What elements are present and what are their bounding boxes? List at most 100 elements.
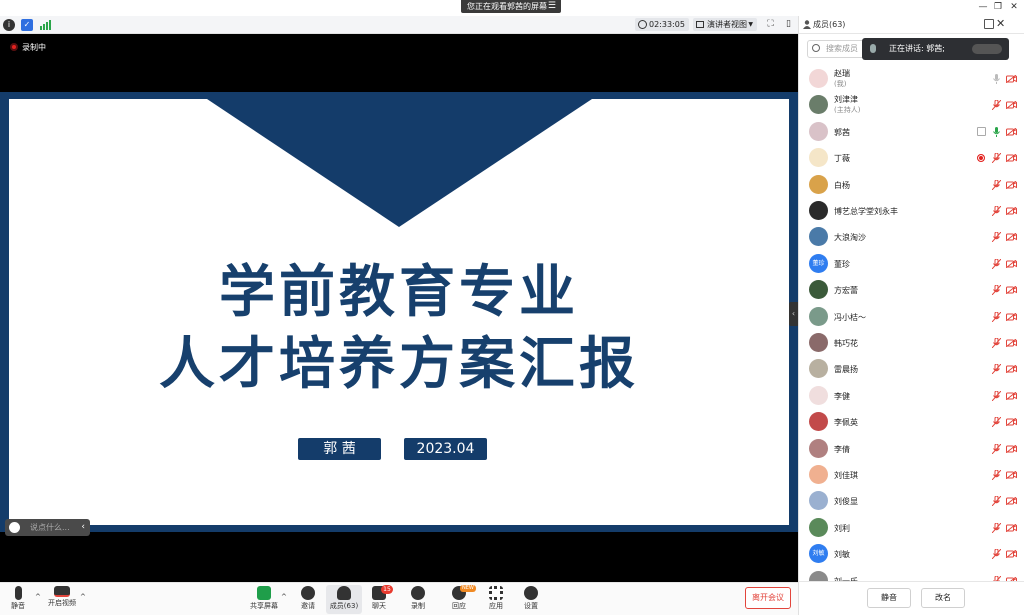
mic-muted-icon[interactable] [991, 363, 1002, 375]
leave-meeting-button[interactable]: 离开会议 [745, 587, 791, 609]
grid-icon [696, 21, 704, 28]
chevron-left-icon[interactable]: ‹ [81, 519, 85, 536]
side-panel-icon[interactable]: ▯ [783, 19, 794, 30]
camera-off-icon[interactable] [1005, 338, 1017, 348]
fullscreen-icon[interactable]: ⛶ [765, 19, 776, 30]
screen-share-notice[interactable]: 您正在观看郭茜的屏幕 ☰ [461, 0, 561, 13]
members-panel: 成员(63) ✕ 搜索成员 正在讲话: 郭茜; 赵瑞 (我) 刘津津 (主持人) 郭茜丁… [798, 16, 1024, 615]
apps-button[interactable]: 应用 [478, 585, 514, 614]
member-row[interactable]: 刘俊显 [799, 488, 1024, 514]
mic-muted-icon[interactable] [991, 443, 1002, 454]
mic-muted-icon[interactable] [991, 522, 1002, 534]
camera-off-icon[interactable] [1005, 497, 1017, 506]
record-icon [411, 586, 425, 600]
members-button[interactable]: 成员(63) [326, 585, 362, 614]
view-mode-select[interactable]: 演讲者视图 ▼ [693, 18, 757, 31]
emoji-icon[interactable] [9, 522, 20, 533]
mic-muted-icon[interactable] [991, 179, 1002, 190]
member-row[interactable]: 刘一乐 [799, 568, 1024, 581]
mic-muted-icon[interactable] [991, 231, 1002, 243]
member-row[interactable]: 刘利 [799, 515, 1024, 541]
member-row[interactable]: 李健 [799, 383, 1024, 409]
mic-muted-icon[interactable] [991, 548, 1002, 560]
mic-muted-icon[interactable] [991, 337, 1002, 349]
video-options-caret[interactable]: ^ [80, 593, 86, 601]
camera-off-icon[interactable] [1005, 233, 1017, 242]
member-row[interactable]: 博艺总学堂刘永丰 [799, 198, 1024, 224]
member-row[interactable]: 韩巧花 [799, 330, 1024, 356]
menu-icon[interactable]: ☰ [548, 0, 556, 13]
mute-button[interactable]: 静音 [0, 585, 36, 614]
camera-off-icon[interactable] [1005, 312, 1017, 321]
member-row[interactable]: 赵瑞 (我) [799, 66, 1024, 92]
camera-off-icon[interactable] [1005, 444, 1017, 453]
avatar [809, 517, 828, 537]
member-row[interactable]: 董珍 董珍 [799, 251, 1024, 277]
mic-muted-icon[interactable] [991, 469, 1002, 481]
camera-off-icon[interactable] [1005, 417, 1017, 427]
restore-button[interactable]: ❐ [990, 0, 1006, 14]
share-screen-icon [257, 586, 271, 600]
member-row[interactable]: 雷晨扬 [799, 356, 1024, 382]
member-row[interactable]: 冯小桔～ [799, 304, 1024, 330]
camera-off-icon[interactable] [1005, 206, 1017, 216]
collapse-panel-handle[interactable]: ‹ [789, 302, 798, 326]
member-list: 赵瑞 (我) 刘津津 (主持人) 郭茜 丁薇 白杨 博艺总学堂刘永丰 大浪淘沙 董珍 董珍 方宏蕾 冯小… [799, 66, 1024, 581]
avatar [809, 465, 828, 484]
camera-off-icon[interactable] [1005, 259, 1017, 269]
record-button[interactable]: 录制 [400, 585, 436, 614]
settings-button[interactable]: 设置 [513, 585, 549, 614]
mute-all-button[interactable]: 静音 [867, 588, 911, 608]
camera-off-icon[interactable] [1005, 365, 1017, 374]
chat-button[interactable]: 15 聊天 [361, 585, 397, 614]
camera-off-icon[interactable] [1005, 74, 1017, 84]
camera-off-icon[interactable] [1005, 549, 1017, 559]
mic-muted-icon[interactable] [991, 284, 1002, 296]
network-signal-icon[interactable] [40, 20, 51, 30]
camera-off-icon[interactable] [1005, 285, 1017, 295]
camera-off-icon[interactable] [1005, 391, 1017, 401]
microphone-icon[interactable] [992, 74, 1001, 84]
security-shield-icon[interactable]: ✓ [21, 19, 33, 31]
camera-off-icon[interactable] [1005, 180, 1017, 189]
recording-label: 录制中 [22, 43, 46, 52]
mic-muted-icon[interactable] [991, 205, 1002, 217]
start-video-button[interactable]: 开启视频 [44, 585, 80, 614]
mic-muted-icon[interactable] [991, 416, 1002, 428]
audio-options-caret[interactable]: ^ [35, 593, 41, 601]
close-button[interactable]: ✕ [1006, 0, 1022, 14]
mic-muted-icon[interactable] [991, 311, 1002, 322]
camera-off-icon[interactable] [1005, 101, 1017, 110]
camera-off-icon[interactable] [1005, 470, 1017, 480]
member-row[interactable]: 刘敏 刘敏 [799, 541, 1024, 567]
member-row[interactable]: 李佩英 [799, 409, 1024, 435]
share-screen-button[interactable]: 共享屏幕 [246, 585, 282, 614]
comment-input[interactable]: 说点什么... ‹ [5, 519, 90, 536]
minimize-button[interactable]: — [975, 0, 991, 14]
camera-off-icon[interactable] [1005, 523, 1017, 533]
microphone-icon[interactable] [992, 126, 1001, 137]
invite-button[interactable]: 邀请 [290, 585, 326, 614]
member-row[interactable]: 刘津津 (主持人) [799, 92, 1024, 118]
close-icon[interactable]: ✕ [996, 17, 1005, 30]
member-row[interactable]: 刘佳琪 [799, 462, 1024, 488]
rename-button[interactable]: 改名 [921, 588, 965, 608]
member-row[interactable]: 李倩 [799, 436, 1024, 462]
member-row[interactable]: 郭茜 [799, 119, 1024, 145]
mic-muted-icon[interactable] [991, 495, 1002, 507]
share-options-caret[interactable]: ^ [281, 593, 287, 601]
member-row[interactable]: 方宏蕾 [799, 277, 1024, 303]
member-row[interactable]: 丁薇 [799, 145, 1024, 171]
info-icon[interactable]: i [3, 19, 15, 31]
mic-muted-icon[interactable] [991, 390, 1002, 402]
mic-muted-icon[interactable] [991, 152, 1002, 164]
member-row[interactable]: 白杨 [799, 172, 1024, 198]
reaction-button[interactable]: NEW 回应 [441, 585, 477, 614]
camera-off-icon[interactable] [1005, 153, 1017, 163]
mic-muted-icon[interactable] [991, 99, 1002, 111]
camera-off-icon[interactable] [1005, 127, 1017, 137]
popout-icon[interactable] [984, 19, 994, 29]
panel-title: 成员(63) [813, 20, 846, 29]
member-row[interactable]: 大浪淘沙 [799, 224, 1024, 250]
mic-muted-icon[interactable] [991, 258, 1002, 270]
